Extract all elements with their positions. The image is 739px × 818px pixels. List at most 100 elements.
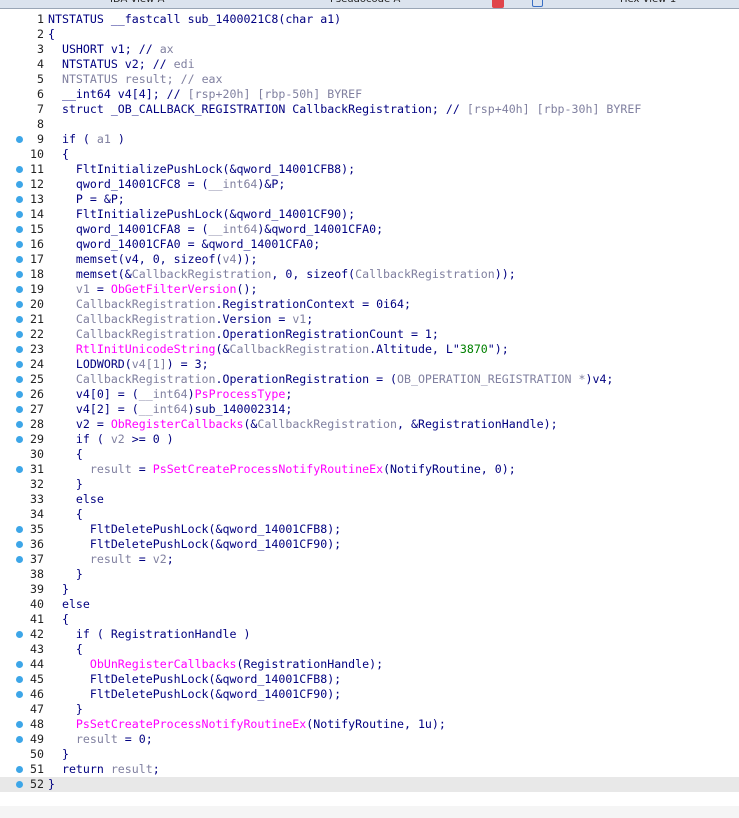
breakpoint-marker-icon[interactable]: [16, 316, 23, 323]
breakpoint-marker-icon[interactable]: [16, 226, 23, 233]
breakpoint-marker-icon[interactable]: [16, 376, 23, 383]
breakpoint-marker-icon[interactable]: [16, 241, 23, 248]
code-line[interactable]: 23 RtlInitUnicodeString(&CallbackRegistr…: [0, 342, 739, 357]
tab-ida-view[interactable]: IDA View-A: [110, 0, 164, 8]
code-line[interactable]: 8: [0, 117, 739, 132]
breakpoint-marker-icon[interactable]: [16, 736, 23, 743]
code-line[interactable]: 3 USHORT v1; // ax: [0, 42, 739, 57]
breakpoint-marker-icon[interactable]: [16, 331, 23, 338]
code-text: }: [48, 477, 83, 492]
code-line[interactable]: 31 result = PsSetCreateProcessNotifyRout…: [0, 462, 739, 477]
code-line[interactable]: 11 FltInitializePushLock(&qword_14001CFB…: [0, 162, 739, 177]
code-line[interactable]: 14 FltInitializePushLock(&qword_14001CF9…: [0, 207, 739, 222]
code-line[interactable]: 43 {: [0, 642, 739, 657]
breakpoint-marker-icon[interactable]: [16, 676, 23, 683]
code-line[interactable]: 50 }: [0, 747, 739, 762]
code-line[interactable]: 39 }: [0, 582, 739, 597]
code-line[interactable]: 40 else: [0, 597, 739, 612]
code-token: CallbackRegistration: [355, 267, 495, 281]
code-line[interactable]: 9 if ( a1 ): [0, 132, 739, 147]
code-line[interactable]: 29 if ( v2 >= 0 ): [0, 432, 739, 447]
breakpoint-marker-icon[interactable]: [16, 436, 23, 443]
code-line[interactable]: 45 FltDeletePushLock(&qword_14001CFB8);: [0, 672, 739, 687]
code-token: CallbackRegistration: [229, 342, 370, 356]
code-line[interactable]: 25 CallbackRegistration.OperationRegistr…: [0, 372, 739, 387]
close-icon[interactable]: [492, 0, 504, 8]
code-line[interactable]: 44 ObUnRegisterCallbacks(RegistrationHan…: [0, 657, 739, 672]
code-line[interactable]: 46 FltDeletePushLock(&qword_14001CF90);: [0, 687, 739, 702]
code-line[interactable]: 35 FltDeletePushLock(&qword_14001CFB8);: [0, 522, 739, 537]
code-line[interactable]: 4 NTSTATUS v2; // edi: [0, 57, 739, 72]
breakpoint-marker-icon[interactable]: [16, 781, 23, 788]
breakpoint-marker-icon[interactable]: [16, 556, 23, 563]
code-line[interactable]: 34 {: [0, 507, 739, 522]
code-line[interactable]: 6 __int64 v4[4]; // [rsp+20h] [rbp-50h] …: [0, 87, 739, 102]
code-line[interactable]: 30 {: [0, 447, 739, 462]
code-line[interactable]: 32 }: [0, 477, 739, 492]
breakpoint-marker-icon[interactable]: [16, 541, 23, 548]
breakpoint-marker-icon[interactable]: [16, 346, 23, 353]
tab-hex-view[interactable]: Hex View-1: [620, 0, 676, 8]
code-line[interactable]: 10 {: [0, 147, 739, 162]
code-line[interactable]: 41 {: [0, 612, 739, 627]
code-line[interactable]: 42 if ( RegistrationHandle ): [0, 627, 739, 642]
breakpoint-marker-icon[interactable]: [16, 526, 23, 533]
breakpoint-marker-icon[interactable]: [16, 166, 23, 173]
breakpoint-marker-icon[interactable]: [16, 691, 23, 698]
breakpoint-marker-icon[interactable]: [16, 286, 23, 293]
code-line[interactable]: 15 qword_14001CFA8 = (__int64)&qword_140…: [0, 222, 739, 237]
code-line[interactable]: 18 memset(&CallbackRegistration, 0, size…: [0, 267, 739, 282]
code-line[interactable]: 19 v1 = ObGetFilterVersion();: [0, 282, 739, 297]
breakpoint-marker-icon[interactable]: [16, 301, 23, 308]
breakpoint-marker-icon[interactable]: [16, 766, 23, 773]
code-line[interactable]: 33 else: [0, 492, 739, 507]
breakpoint-marker-icon[interactable]: [16, 181, 23, 188]
breakpoint-marker-icon[interactable]: [16, 391, 23, 398]
line-number: 22: [30, 327, 44, 341]
code-line[interactable]: 27 v4[2] = (__int64)sub_140002314;: [0, 402, 739, 417]
breakpoint-marker-icon[interactable]: [16, 721, 23, 728]
code-line[interactable]: 21 CallbackRegistration.Version = v1;: [0, 312, 739, 327]
code-line[interactable]: 52}: [0, 777, 739, 792]
code-text: CallbackRegistration.OperationRegistrati…: [48, 372, 613, 387]
code-token: [rsp+40h] [rbp-30h] BYREF: [466, 102, 642, 116]
breakpoint-marker-icon[interactable]: [16, 406, 23, 413]
code-line[interactable]: 37 result = v2;: [0, 552, 739, 567]
code-line[interactable]: 1 NTSTATUS __fastcall sub_1400021C8(char …: [0, 12, 739, 27]
code-line[interactable]: 51 return result;: [0, 762, 739, 777]
code-line[interactable]: 16 qword_14001CFA0 = &qword_14001CFA0;: [0, 237, 739, 252]
line-number: 26: [30, 387, 44, 401]
code-line[interactable]: 49 result = 0;: [0, 732, 739, 747]
code-line[interactable]: 47 }: [0, 702, 739, 717]
breakpoint-marker-icon[interactable]: [16, 256, 23, 263]
code-line[interactable]: 48 PsSetCreateProcessNotifyRoutineEx(Not…: [0, 717, 739, 732]
code-line[interactable]: 17 memset(v4, 0, sizeof(v4));: [0, 252, 739, 267]
code-line[interactable]: 13 P = &P;: [0, 192, 739, 207]
code-line[interactable]: 28 v2 = ObRegisterCallbacks(&CallbackReg…: [0, 417, 739, 432]
breakpoint-marker-icon[interactable]: [16, 211, 23, 218]
breakpoint-marker-icon[interactable]: [16, 136, 23, 143]
breakpoint-marker-icon[interactable]: [16, 361, 23, 368]
code-line[interactable]: 38 }: [0, 567, 739, 582]
code-token: qword_14001CFA8 = (: [48, 222, 209, 236]
breakpoint-marker-icon[interactable]: [16, 631, 23, 638]
code-line[interactable]: 22 CallbackRegistration.OperationRegistr…: [0, 327, 739, 342]
tab-pseudocode[interactable]: Pseudocode-A: [330, 0, 400, 8]
code-token: if (: [48, 432, 111, 446]
breakpoint-marker-icon[interactable]: [16, 661, 23, 668]
breakpoint-marker-icon[interactable]: [16, 196, 23, 203]
breakpoint-marker-icon[interactable]: [16, 271, 23, 278]
code-line[interactable]: 2{: [0, 27, 739, 42]
breakpoint-marker-icon[interactable]: [16, 421, 23, 428]
code-line[interactable]: 24 LODWORD(v4[1]) = 3;: [0, 357, 739, 372]
code-line[interactable]: 12 qword_14001CFC8 = (__int64)&P;: [0, 177, 739, 192]
code-line[interactable]: 5 NTSTATUS result; // eax: [0, 72, 739, 87]
code-line[interactable]: 36 FltDeletePushLock(&qword_14001CF90);: [0, 537, 739, 552]
breakpoint-marker-icon[interactable]: [16, 466, 23, 473]
line-number: 48: [30, 717, 44, 731]
code-line[interactable]: 26 v4[0] = (__int64)PsProcessType;: [0, 387, 739, 402]
code-line[interactable]: 7 struct _OB_CALLBACK_REGISTRATION Callb…: [0, 102, 739, 117]
code-line[interactable]: 20 CallbackRegistration.RegistrationCont…: [0, 297, 739, 312]
